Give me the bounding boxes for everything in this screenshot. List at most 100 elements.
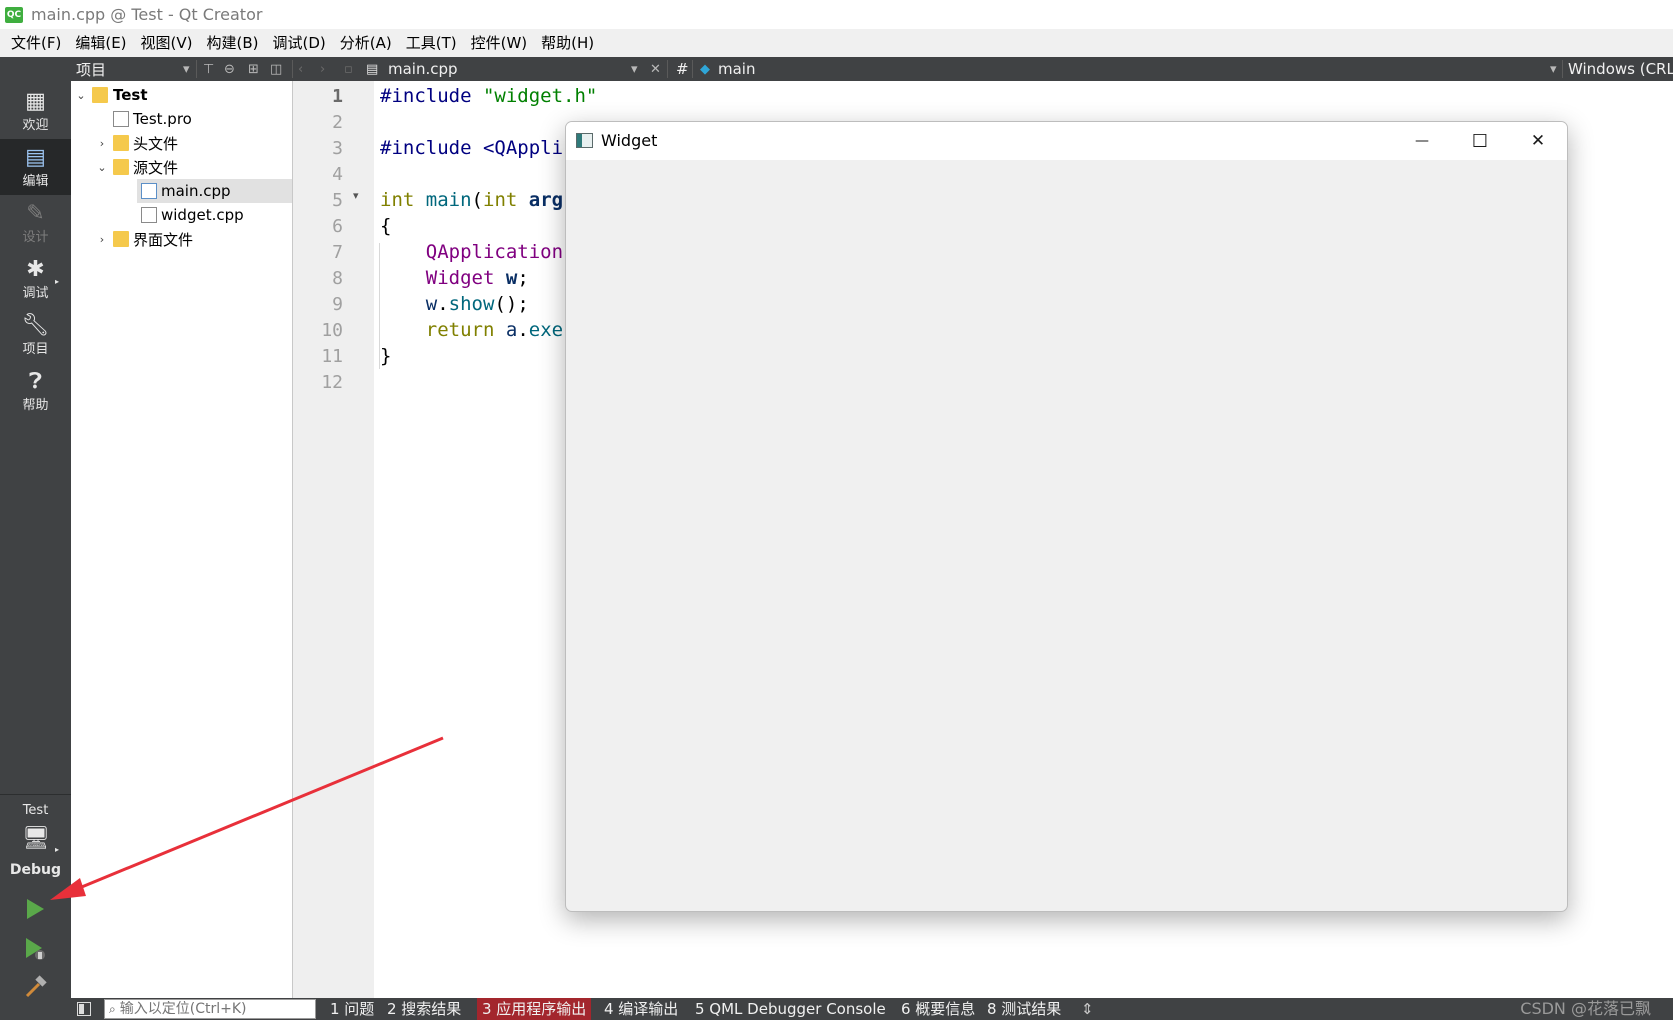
tree-item-label: 头文件 xyxy=(133,134,179,153)
toolbar-divider xyxy=(196,60,197,78)
minimize-button[interactable]: — xyxy=(1393,122,1451,160)
tree-item-headers[interactable]: › 头文件 xyxy=(71,131,292,155)
output-tab-test-results[interactable]: 8 测试结果 xyxy=(982,998,1066,1020)
code-text: Widget w; xyxy=(425,267,529,289)
line-ending-selector[interactable]: Windows (CRLF) xyxy=(1568,57,1673,81)
more-tabs-icon[interactable]: ⇕ xyxy=(1076,998,1099,1020)
widget-app-window[interactable]: Widget — ☐ ✕ xyxy=(565,121,1568,912)
mode-label: 帮助 xyxy=(22,397,49,413)
code-line-10[interactable]: return a.exe xyxy=(380,319,563,341)
filter-icon[interactable]: ⊤ xyxy=(203,57,214,81)
toolbar-divider xyxy=(667,60,668,78)
code-line-6[interactable]: { xyxy=(380,215,391,237)
sidebar-toggle-icon[interactable] xyxy=(77,1002,91,1016)
chevron-right-icon[interactable]: › xyxy=(96,137,108,150)
widget-titlebar[interactable]: Widget — ☐ ✕ xyxy=(566,122,1567,160)
menu-help[interactable]: 帮助(H) xyxy=(534,29,601,57)
code-text: { xyxy=(380,215,392,237)
panel-dropdown-icon[interactable]: ▾ xyxy=(183,57,190,81)
widget-window-icon xyxy=(576,133,593,148)
locator-input[interactable] xyxy=(119,1001,300,1017)
pro-file-icon xyxy=(113,111,129,127)
menu-edit[interactable]: 编辑(E) xyxy=(68,29,133,57)
mode-projects[interactable]: 🔧︎ 项目 xyxy=(0,307,71,363)
widget-title: Widget xyxy=(601,131,658,150)
link-icon[interactable]: ⊖ xyxy=(224,57,235,81)
chevron-down-icon[interactable]: ⌄ xyxy=(75,89,87,102)
code-line-5[interactable]: int main(int arg xyxy=(380,189,563,211)
mode-edit[interactable]: ▤ 编辑 xyxy=(0,139,71,195)
kit-selector-arrow-icon: ▸ xyxy=(55,845,60,854)
line-ending-dropdown-icon[interactable]: ▾ xyxy=(1550,57,1557,81)
panel-title: 项目 xyxy=(76,60,107,79)
code-line-3[interactable]: #include <QAppli xyxy=(380,137,563,159)
submenu-arrow-icon: ▸ xyxy=(55,277,60,286)
tree-item-forms[interactable]: › 界面文件 xyxy=(71,227,292,251)
code-line-1[interactable]: #include "widget.h" xyxy=(380,85,597,107)
minimize-icon: — xyxy=(1415,133,1429,149)
mode-help[interactable]: ❓︎ 帮助 xyxy=(0,363,71,419)
menu-file[interactable]: 文件(F) xyxy=(4,29,68,57)
tree-item-main-cpp[interactable]: main.cpp xyxy=(137,179,292,203)
nav-forward-icon[interactable]: › xyxy=(320,57,325,81)
wrench-icon: 🔧︎ xyxy=(21,312,50,338)
toolbar-divider xyxy=(692,60,693,78)
run-icon[interactable] xyxy=(22,896,48,922)
tree-item-project[interactable]: ⌄ Test xyxy=(71,83,292,107)
code-line-8[interactable]: Widget w; xyxy=(380,267,529,289)
panel-selector[interactable]: 项目 xyxy=(76,57,106,81)
output-tab-issues[interactable]: 1 问题 xyxy=(325,998,379,1020)
debug-run-icon[interactable] xyxy=(22,936,48,962)
search-icon: ⌕ xyxy=(109,1001,116,1016)
fold-arrow-icon[interactable]: ▾ xyxy=(353,189,359,202)
output-tab-general-messages[interactable]: 6 概要信息 xyxy=(896,998,980,1020)
maximize-button[interactable]: ☐ xyxy=(1451,122,1509,160)
monitor-icon[interactable]: 🖥︎ xyxy=(22,828,50,850)
menu-debug[interactable]: 调试(D) xyxy=(266,29,333,57)
code-line-9[interactable]: w.show(); xyxy=(380,293,529,315)
kit-build-config[interactable]: Debug xyxy=(0,862,71,878)
tree-item-pro-file[interactable]: Test.pro xyxy=(71,107,292,131)
close-document-icon[interactable]: ✕ xyxy=(650,57,661,81)
code-line-11[interactable]: } xyxy=(380,345,391,367)
output-tab-qml-debugger[interactable]: 5 QML Debugger Console xyxy=(690,998,891,1020)
nav-back-icon[interactable]: ‹ xyxy=(298,57,303,81)
menu-analyze[interactable]: 分析(A) xyxy=(333,29,399,57)
code-line-7[interactable]: QApplication xyxy=(380,241,563,263)
tree-item-label: 界面文件 xyxy=(133,230,194,249)
close-button[interactable]: ✕ xyxy=(1509,122,1567,160)
tree-item-widget-cpp[interactable]: widget.cpp xyxy=(71,203,292,227)
watermark: CSDN @花落已飘 xyxy=(1520,999,1651,1018)
edit-icon: ▤ xyxy=(25,144,46,170)
mode-design[interactable]: ✎ 设计 xyxy=(0,195,71,251)
mode-divider xyxy=(0,794,71,795)
kit-project-name[interactable]: Test xyxy=(0,803,71,818)
chevron-down-icon[interactable]: ⌄ xyxy=(96,161,108,174)
symbol-selector[interactable]: main xyxy=(718,57,755,81)
build-hammer-icon[interactable] xyxy=(22,974,48,1000)
line-number: 6 xyxy=(332,216,343,237)
file-dropdown-icon[interactable]: ▾ xyxy=(631,57,638,81)
menu-tools[interactable]: 工具(T) xyxy=(399,29,464,57)
menu-view[interactable]: 视图(V) xyxy=(134,29,200,57)
mode-welcome[interactable]: ▦ 欢迎 xyxy=(0,83,71,139)
menu-build[interactable]: 构建(B) xyxy=(200,29,266,57)
close-panel-icon[interactable]: ◫ xyxy=(270,57,282,81)
menu-widgets[interactable]: 控件(W) xyxy=(464,29,535,57)
mode-label: 项目 xyxy=(22,341,49,357)
symbol-icon: ◆ xyxy=(700,61,710,77)
split-icon[interactable]: ⊞ xyxy=(248,57,259,81)
tree-item-label: Test.pro xyxy=(133,110,192,128)
output-tab-application-output[interactable]: 3 应用程序输出 xyxy=(477,998,592,1020)
mode-debug[interactable]: ✱ 调试 ▸ xyxy=(0,251,71,307)
qt-creator-logo-icon: QC xyxy=(5,6,23,23)
window-titlebar: QC main.cpp @ Test - Qt Creator xyxy=(0,0,1673,29)
locator-box[interactable]: ⌕ xyxy=(104,999,316,1019)
output-tab-compile-output[interactable]: 4 编译输出 xyxy=(599,998,683,1020)
grid-icon: ▦ xyxy=(25,88,46,114)
bug-icon: ✱ xyxy=(26,256,45,282)
chevron-right-icon[interactable]: › xyxy=(96,233,108,246)
output-tab-search-results[interactable]: 2 搜索结果 xyxy=(382,998,466,1020)
open-file-selector[interactable]: main.cpp xyxy=(388,57,458,81)
tree-item-sources[interactable]: ⌄ 源文件 xyxy=(71,155,292,179)
